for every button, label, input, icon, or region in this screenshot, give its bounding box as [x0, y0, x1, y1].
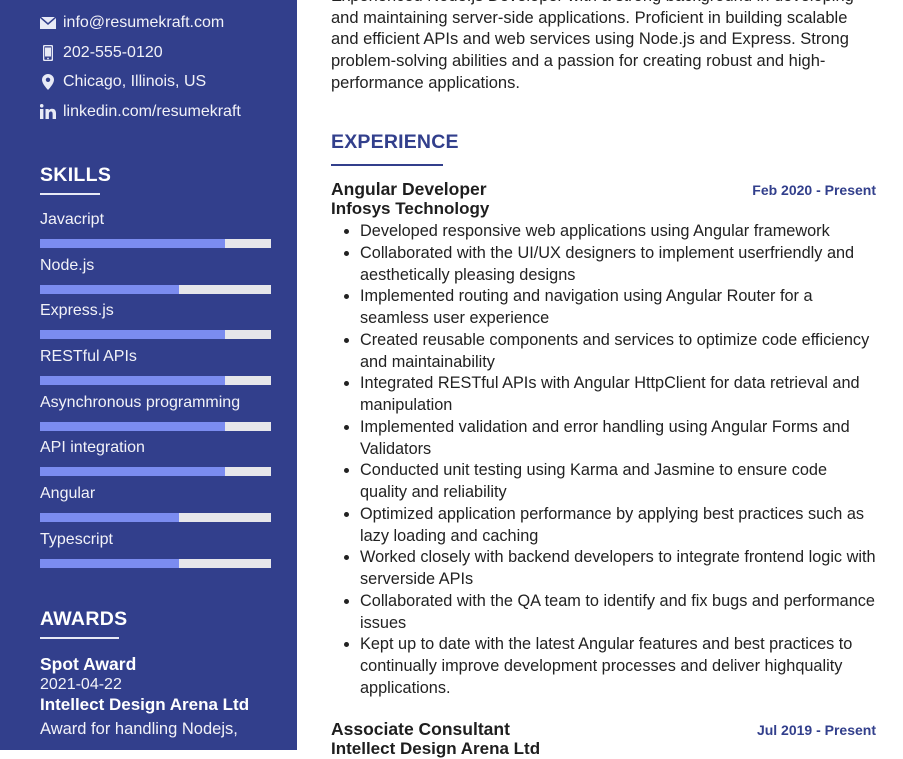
skill-level-fill	[40, 467, 225, 477]
job-date: Feb 2020 - Present	[752, 182, 876, 198]
contact-phone-text: 202-555-0120	[63, 43, 163, 61]
skill-label: Node.js	[40, 256, 95, 274]
award-name: Spot Award	[40, 654, 137, 674]
job-header: Associate Consultant Jul 2019 - Present	[331, 719, 876, 740]
job-bullet: Integrated RESTful APIs with Angular Htt…	[360, 373, 876, 417]
awards-heading-rule	[40, 637, 119, 639]
skill-level-bar	[40, 284, 271, 294]
job-bullet: Developed responsive web applications us…	[360, 221, 876, 243]
skill-label: Asynchronous programming	[40, 393, 241, 411]
linkedin-icon	[40, 104, 56, 120]
profile-summary: Experienced Node.js Developer with a str…	[331, 0, 854, 92]
phone-icon	[40, 44, 56, 61]
skills-heading: SKILLS	[40, 164, 112, 186]
award-org: Intellect Design Arena Ltd	[40, 695, 250, 714]
skill-item: Angular	[40, 485, 271, 531]
job-bullet: Kept up to date with the latest Angular …	[360, 634, 876, 699]
skill-item: Javacript	[40, 211, 271, 257]
skills-section: SKILLS Javacript Node.js Express.js RESTful…	[40, 164, 271, 568]
contact-list: info@resumekraft.com 202-555-0120 Chicag…	[40, 8, 241, 127]
experience-heading: EXPERIENCE	[331, 131, 459, 153]
skill-item: Asynchronous programming	[40, 394, 271, 440]
skill-item: API integration	[40, 439, 271, 485]
contact-email-text: info@resumekraft.com	[63, 13, 225, 31]
skill-level-fill	[40, 330, 225, 340]
job-bullet: Optimized application performance by app…	[360, 504, 876, 548]
contact-phone[interactable]: 202-555-0120	[40, 38, 241, 68]
job-bullet: Implemented routing and navigation using…	[360, 286, 876, 330]
skill-level-fill	[40, 239, 225, 248]
skill-item: Typescript	[40, 531, 271, 577]
skill-item: Node.js	[40, 257, 271, 303]
skill-level-bar	[40, 239, 271, 248]
job-date: Jul 2019 - Present	[756, 722, 876, 738]
job-bullet: Worked closely with backend developers t…	[360, 547, 876, 591]
skill-label: Typescript	[40, 530, 113, 548]
experience-heading-rule	[331, 164, 443, 166]
skill-label: API integration	[40, 439, 145, 457]
contact-location-text: Chicago, Illinois, US	[63, 73, 207, 91]
skill-level-fill	[40, 284, 179, 294]
award-item: Spot Award 2021-04-22 Intellect Design A…	[40, 654, 280, 740]
job-entry: Angular Developer Feb 2020 - Present Inf…	[331, 179, 876, 700]
job-bullet: Created reusable components and services…	[360, 330, 876, 374]
job-bullet: Collaborated with the QA team to identif…	[360, 591, 876, 635]
job-entry: Associate Consultant Jul 2019 - Present …	[331, 719, 876, 759]
envelope-icon	[40, 15, 56, 31]
skill-level-bar	[40, 513, 271, 523]
job-bullet: Conducted unit testing using Karma and J…	[360, 460, 876, 504]
award-description: Award for handling Nodejs,	[40, 720, 238, 738]
job-role: Associate Consultant	[331, 719, 510, 739]
skill-level-bar	[40, 421, 271, 431]
job-role: Angular Developer	[331, 179, 487, 199]
skill-item: RESTful APIs	[40, 348, 271, 394]
skill-level-fill	[40, 421, 225, 431]
skills-heading-rule	[40, 193, 100, 195]
skill-level-fill	[40, 376, 225, 386]
awards-section: AWARDS Spot Award 2021-04-22 Intellect D…	[40, 608, 280, 740]
skill-level-bar	[40, 376, 271, 386]
map-pin-icon	[40, 74, 56, 91]
skills-list: Javacript Node.js Express.js RESTful APIs As…	[40, 211, 271, 577]
job-bullet: Implemented validation and error handlin…	[360, 417, 876, 461]
contact-email[interactable]: info@resumekraft.com	[40, 8, 241, 38]
skill-level-fill	[40, 558, 179, 568]
skill-label: Angular	[40, 485, 96, 503]
skill-label: Javacript	[40, 211, 105, 228]
job-company: Infosys Technology	[331, 199, 490, 218]
skill-level-bar	[40, 467, 271, 477]
job-company: Intellect Design Arena Ltd	[331, 739, 541, 758]
contact-linkedin[interactable]: linkedin.com/resumekraft	[40, 97, 241, 127]
skill-level-bar	[40, 558, 271, 568]
skill-label: RESTful APIs	[40, 348, 137, 366]
contact-linkedin-text: linkedin.com/resumekraft	[63, 102, 241, 120]
skill-level-bar	[40, 330, 271, 340]
skill-item: Express.js	[40, 302, 271, 348]
job-bullet: Collaborated with the UI/UX designers to…	[360, 243, 876, 287]
award-date: 2021-04-22	[40, 676, 122, 693]
awards-heading: AWARDS	[40, 608, 128, 630]
sidebar: info@resumekraft.com 202-555-0120 Chicag…	[0, 0, 297, 750]
contact-location: Chicago, Illinois, US	[40, 67, 241, 97]
main-content: Experienced Node.js Developer with a str…	[331, 0, 876, 758]
skill-level-fill	[40, 513, 179, 523]
skill-label: Express.js	[40, 302, 114, 320]
job-header: Angular Developer Feb 2020 - Present	[331, 179, 876, 200]
job-bullets: Developed responsive web applications us…	[331, 221, 876, 700]
